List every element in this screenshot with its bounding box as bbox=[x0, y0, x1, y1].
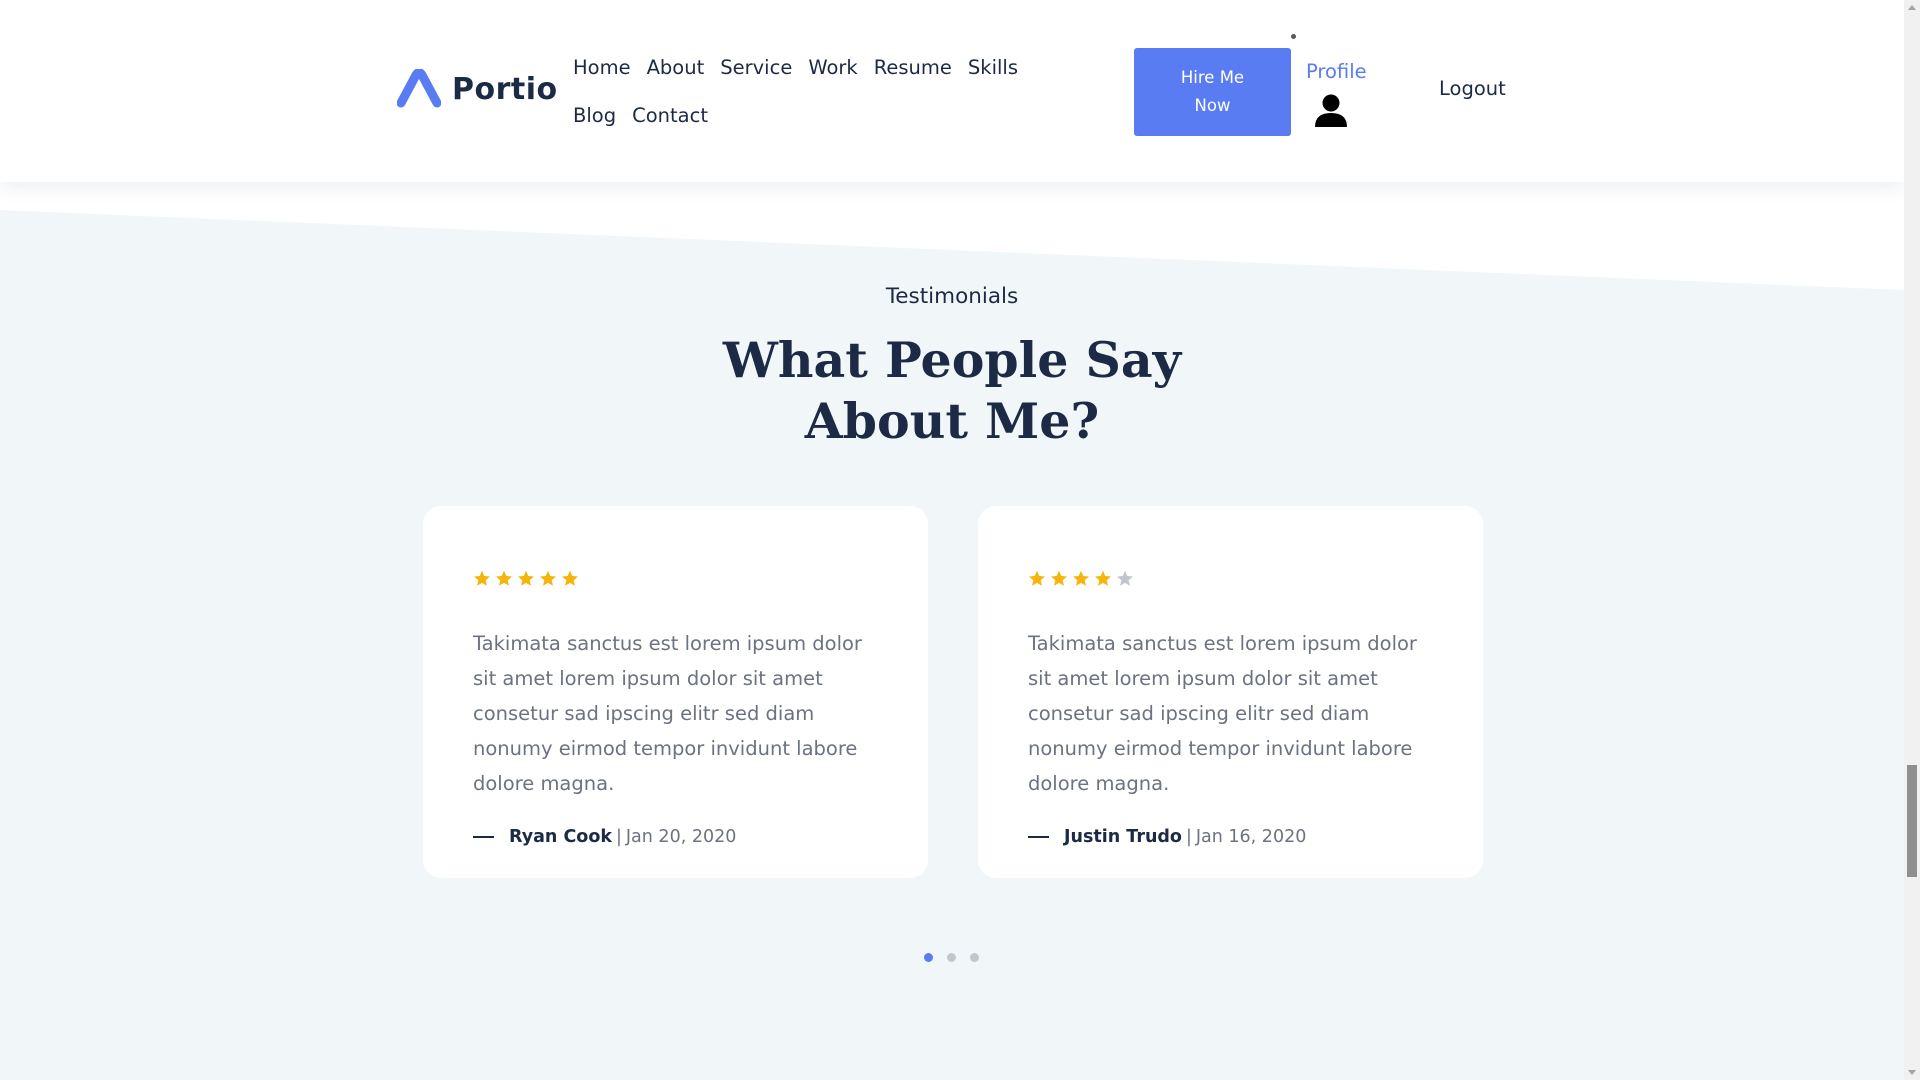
testimonial-quote: Takimata sanctus est lorem ipsum dolor s… bbox=[473, 632, 862, 795]
nav-link-skills[interactable]: Skills bbox=[968, 44, 1018, 92]
testimonial-author: Justin Trudo bbox=[1064, 827, 1182, 847]
carousel-dot[interactable] bbox=[947, 953, 956, 962]
decorative-dot bbox=[1291, 34, 1296, 39]
profile-link[interactable]: Profile bbox=[1306, 60, 1386, 129]
site-header: Portio Home About Service Work Resume Sk… bbox=[0, 0, 1904, 182]
meta-separator: | bbox=[615, 827, 622, 847]
testimonial-quote: Takimata sanctus est lorem ipsum dolor s… bbox=[1028, 632, 1417, 795]
heading-line-2: About Me? bbox=[804, 392, 1100, 450]
logout-link[interactable]: Logout bbox=[1439, 77, 1506, 100]
section-heading: What People Say About Me? bbox=[0, 330, 1904, 452]
star-empty-icon bbox=[1117, 570, 1133, 586]
star-filled-icon bbox=[474, 570, 490, 586]
nav-link-home[interactable]: Home bbox=[573, 44, 631, 92]
carousel-pagination bbox=[924, 953, 979, 962]
star-filled-icon bbox=[1073, 570, 1089, 586]
user-icon[interactable] bbox=[1313, 93, 1349, 129]
scroll-up-arrow-icon[interactable] bbox=[1908, 5, 1916, 10]
testimonial-meta: Justin Trudo | Jan 16, 2020 bbox=[1028, 827, 1433, 847]
star-rating bbox=[1028, 570, 1433, 590]
heading-line-1: What People Say bbox=[722, 331, 1182, 389]
page: Portio Home About Service Work Resume Sk… bbox=[0, 0, 1920, 1080]
scrollbar-thumb[interactable] bbox=[1907, 765, 1917, 877]
meta-separator: | bbox=[1185, 827, 1192, 847]
nav-link-service[interactable]: Service bbox=[720, 44, 792, 92]
star-rating bbox=[473, 570, 878, 590]
dash-divider bbox=[473, 836, 494, 838]
logo-mark-icon bbox=[397, 69, 441, 108]
nav-link-blog[interactable]: Blog bbox=[573, 92, 616, 140]
star-filled-icon bbox=[1095, 570, 1111, 586]
main-nav: Home About Service Work Resume Skills Bl… bbox=[573, 44, 1093, 140]
nav-link-resume[interactable]: Resume bbox=[874, 44, 952, 92]
star-filled-icon bbox=[518, 570, 534, 586]
testimonial-meta: Ryan Cook | Jan 20, 2020 bbox=[473, 827, 878, 847]
carousel-dot[interactable] bbox=[970, 953, 979, 962]
logo[interactable]: Portio bbox=[397, 68, 558, 110]
testimonial-card: Takimata sanctus est lorem ipsum dolor s… bbox=[978, 506, 1483, 878]
nav-link-about[interactable]: About bbox=[647, 44, 705, 92]
scroll-down-arrow-icon[interactable] bbox=[1908, 1070, 1916, 1075]
section-eyebrow: Testimonials bbox=[885, 284, 1019, 309]
star-filled-icon bbox=[496, 570, 512, 586]
logo-text: Portio bbox=[452, 71, 558, 107]
carousel-dot[interactable] bbox=[924, 953, 933, 962]
nav-link-contact[interactable]: Contact bbox=[632, 92, 708, 140]
testimonial-date: Jan 20, 2020 bbox=[625, 827, 737, 847]
scrollbar[interactable] bbox=[1904, 0, 1920, 1080]
dash-divider bbox=[1028, 836, 1049, 838]
testimonial-card: Takimata sanctus est lorem ipsum dolor s… bbox=[423, 506, 928, 878]
testimonial-date: Jan 16, 2020 bbox=[1195, 827, 1307, 847]
profile-label[interactable]: Profile bbox=[1306, 60, 1386, 83]
nav-link-work[interactable]: Work bbox=[808, 44, 857, 92]
star-filled-icon bbox=[1051, 570, 1067, 586]
star-filled-icon bbox=[1029, 570, 1045, 586]
hire-me-button[interactable]: Hire Me Now bbox=[1134, 48, 1291, 136]
star-filled-icon bbox=[562, 570, 578, 586]
testimonial-author: Ryan Cook bbox=[509, 827, 612, 847]
star-filled-icon bbox=[540, 570, 556, 586]
